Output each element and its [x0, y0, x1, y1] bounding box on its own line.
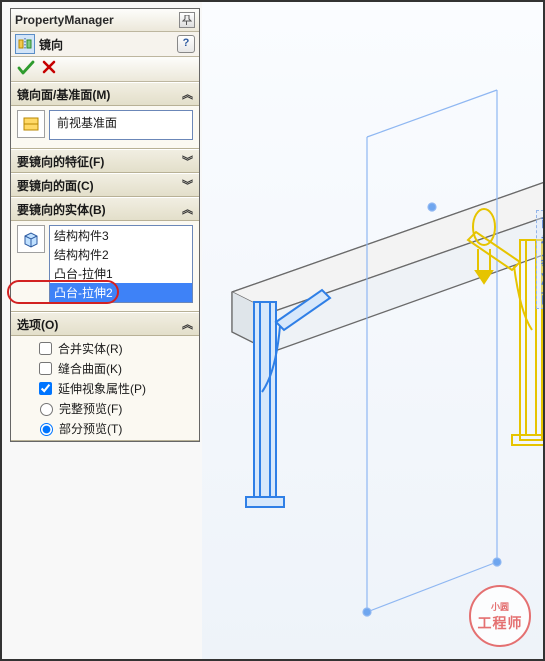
partial-preview-label: 部分预览(T)	[59, 420, 122, 437]
section-options-title: 选项(O)	[17, 316, 58, 333]
knit-label: 缝合曲面(K)	[58, 360, 122, 377]
watermark-top: 小圆	[491, 600, 509, 613]
section-bodies-header[interactable]: 要镜向的实体(B) ︽	[11, 197, 199, 221]
close-icon	[41, 59, 57, 75]
knit-checkbox[interactable]	[39, 362, 52, 375]
propvis-label: 延伸视象属性(P)	[58, 380, 146, 397]
watermark: 小圆 工程师	[469, 585, 531, 647]
check-icon	[17, 59, 35, 77]
ok-button[interactable]	[17, 59, 35, 80]
chevron-up-icon: ︽	[182, 316, 193, 332]
body-selector-icon[interactable]	[17, 225, 45, 253]
list-item[interactable]: 凸台-拉伸2	[50, 283, 192, 302]
option-knit[interactable]: 缝合曲面(K)	[11, 358, 199, 378]
plane-label: 前视基准面	[536, 210, 543, 309]
full-preview-radio[interactable]	[40, 403, 53, 416]
section-options-body: 合并实体(R) 缝合曲面(K) 延伸视象属性(P) 完整预览(F) 部分预览(T…	[11, 336, 199, 441]
list-item[interactable]: 凸台-拉伸1	[50, 264, 192, 283]
plane-selection-box[interactable]: 前视基准面	[49, 110, 193, 140]
pm-titlebar: PropertyManager	[11, 9, 199, 32]
option-partial-preview[interactable]: 部分预览(T)	[11, 418, 199, 438]
section-plane-body: 前视基准面	[11, 106, 199, 149]
list-item[interactable]: 结构构件2	[50, 245, 192, 264]
propvis-checkbox[interactable]	[39, 382, 52, 395]
section-bodies-body: 结构构件3结构构件2凸台-拉伸1凸台-拉伸2	[11, 221, 199, 312]
merge-label: 合并实体(R)	[58, 340, 123, 357]
watermark-bottom: 工程师	[478, 613, 523, 633]
full-preview-label: 完整预览(F)	[59, 400, 122, 417]
merge-checkbox[interactable]	[39, 342, 52, 355]
property-manager-panel: PropertyManager 镜向 ? 镜向面/基准面(M) ︽	[10, 8, 200, 442]
plane-selector-icon[interactable]	[17, 110, 45, 138]
chevron-down-icon: ︾	[182, 177, 193, 193]
chevron-up-icon: ︽	[182, 86, 193, 102]
section-options-header[interactable]: 选项(O) ︽	[11, 312, 199, 336]
bodies-selection-box[interactable]: 结构构件3结构构件2凸台-拉伸1凸台-拉伸2	[49, 225, 193, 303]
chevron-down-icon: ︾	[182, 153, 193, 169]
scene-svg	[202, 2, 543, 659]
section-features-title: 要镜向的特征(F)	[17, 153, 104, 170]
cancel-button[interactable]	[41, 59, 57, 79]
mirror-plane	[363, 90, 501, 616]
partial-preview-radio[interactable]	[40, 423, 53, 436]
section-bodies-title: 要镜向的实体(B)	[17, 201, 106, 218]
pin-button[interactable]	[179, 12, 195, 28]
option-merge[interactable]: 合并实体(R)	[11, 338, 199, 358]
feature-header: 镜向 ?	[11, 32, 199, 57]
section-plane-header[interactable]: 镜向面/基准面(M) ︽	[11, 82, 199, 106]
list-item[interactable]: 结构构件3	[50, 226, 192, 245]
help-button[interactable]: ?	[177, 35, 195, 53]
graphics-viewport[interactable]: 前视基准面	[202, 2, 543, 659]
option-full-preview[interactable]: 完整预览(F)	[11, 398, 199, 418]
chevron-up-icon: ︽	[182, 201, 193, 217]
app-window: 前视基准面 PropertyManager 镜向 ?	[0, 0, 545, 661]
confirm-bar	[11, 57, 199, 82]
plane-selection-value: 前视基准面	[53, 113, 189, 132]
section-faces-header[interactable]: 要镜向的面(C) ︾	[11, 173, 199, 197]
mirror-icon	[15, 34, 35, 54]
section-plane-title: 镜向面/基准面(M)	[17, 86, 110, 103]
section-faces-title: 要镜向的面(C)	[17, 177, 94, 194]
pin-icon	[182, 15, 192, 25]
option-propvis[interactable]: 延伸视象属性(P)	[11, 378, 199, 398]
feature-name: 镜向	[39, 36, 63, 53]
section-features-header[interactable]: 要镜向的特征(F) ︾	[11, 149, 199, 173]
pm-title: PropertyManager	[15, 13, 114, 27]
